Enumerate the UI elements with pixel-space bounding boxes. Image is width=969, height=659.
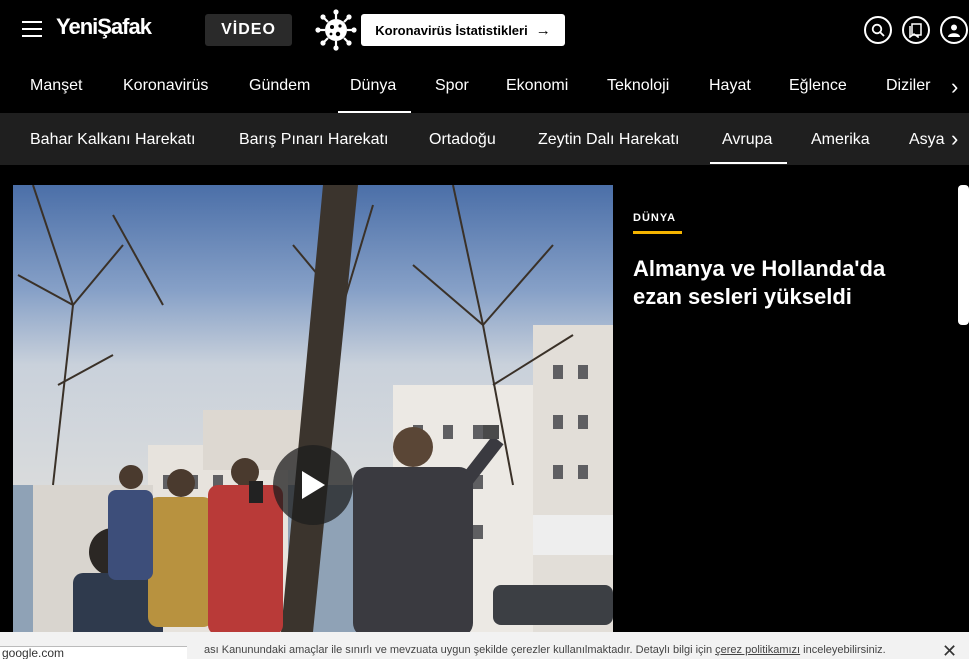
article-panel: DÜNYA Almanya ve Hollanda'da ezan sesler… [613,185,959,632]
status-url: google.com [0,646,187,659]
subnav-active-indicator [710,162,787,164]
scrollbar[interactable] [958,185,969,325]
nav-item-koronavirus[interactable]: Koronavirüs [123,77,208,95]
subnav-item-ortadogu[interactable]: Ortadoğu [429,131,496,149]
subnav-item-zeytin-dali[interactable]: Zeytin Dalı Harekatı [538,131,679,149]
menu-icon[interactable] [22,21,42,37]
subnav-item-bahar-kalkani[interactable]: Bahar Kalkanı Harekatı [30,131,195,149]
main-nav: Manşet Koronavirüs Gündem Dünya Spor Eko… [0,62,969,113]
virus-icon [315,9,357,51]
subnav-item-baris-pinari[interactable]: Barış Pınarı Harekatı [239,131,388,149]
subnav-item-avrupa[interactable]: Avrupa [722,131,772,149]
nav-item-manset[interactable]: Manşet [30,77,82,95]
nav-item-ekonomi[interactable]: Ekonomi [506,77,568,95]
top-header: YeniŞafak VİDEO Koronavirüs İstatistikle… [0,0,969,62]
nav-item-dunya[interactable]: Dünya [350,77,396,95]
close-icon[interactable]: ✕ [942,641,957,659]
search-icon[interactable] [864,16,892,44]
article-category[interactable]: DÜNYA [633,212,676,224]
video-frame-scene [17,185,613,632]
chevron-right-icon[interactable]: › [951,74,958,100]
cookie-policy-link[interactable]: çerez politikamızı [715,644,800,656]
user-icon[interactable] [940,16,968,44]
nav-item-teknoloji[interactable]: Teknoloji [607,77,669,95]
sub-nav: Bahar Kalkanı Harekatı Barış Pınarı Hare… [0,113,969,165]
bookmark-icon[interactable] [902,16,930,44]
subnav-item-asya[interactable]: Asya [909,131,945,149]
site-logo[interactable]: YeniŞafak [56,14,152,40]
nav-item-eglence[interactable]: Eğlence [789,77,847,95]
cookie-text: ası Kanunundaki amaçlar ile sınırlı ve m… [204,644,886,656]
nav-item-hayat[interactable]: Hayat [709,77,751,95]
play-button[interactable] [273,445,353,525]
video-player[interactable] [13,185,613,632]
arrow-right-icon: → [535,21,551,39]
subnav-item-amerika[interactable]: Amerika [811,131,870,149]
play-icon [302,471,325,499]
category-underline [633,231,682,234]
covid-stats-label: Koronavirüs İstatistikleri [375,22,528,38]
nav-item-diziler[interactable]: Diziler [886,77,930,95]
chevron-right-icon[interactable]: › [951,126,958,152]
nav-item-spor[interactable]: Spor [435,77,469,95]
covid-stats-button[interactable]: Koronavirüs İstatistikleri → [361,14,565,46]
video-button[interactable]: VİDEO [205,14,292,46]
nav-item-gundem[interactable]: Gündem [249,77,310,95]
article-headline[interactable]: Almanya ve Hollanda'da ezan sesleri yüks… [633,255,933,311]
